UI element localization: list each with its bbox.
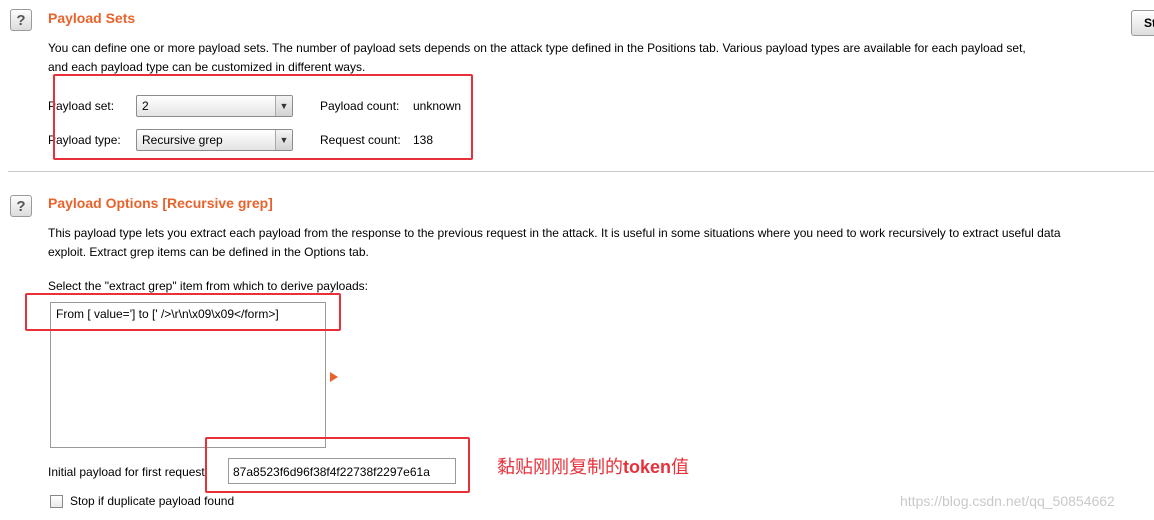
stop-duplicate-label: Stop if duplicate payload found xyxy=(70,494,235,508)
extract-grep-label: Select the "extract grep" item from whic… xyxy=(48,279,368,293)
annotation-text: 黏贴刚刚复制的token值 xyxy=(497,453,689,479)
help-icon[interactable]: ? xyxy=(10,9,32,31)
play-arrow-icon xyxy=(330,372,338,382)
description-line: exploit. Extract grep items can be defin… xyxy=(48,245,369,259)
start-attack-button[interactable]: St xyxy=(1131,10,1154,36)
annotation-cn2: 值 xyxy=(671,457,690,477)
initial-payload-label: Initial payload for first request: xyxy=(48,465,209,479)
section-divider xyxy=(8,171,1154,172)
highlight-box xyxy=(205,437,470,493)
payload-sets-description: You can define one or more payload sets.… xyxy=(48,39,1148,77)
payload-options-description: This payload type lets you extract each … xyxy=(48,224,1148,262)
annotation-token: token xyxy=(623,457,672,477)
help-icon[interactable]: ? xyxy=(10,195,32,217)
watermark: https://blog.csdn.net/qq_50854662 xyxy=(900,493,1115,509)
highlight-box xyxy=(53,74,473,160)
highlight-box xyxy=(25,293,341,331)
start-attack-label: St xyxy=(1144,16,1154,30)
stop-duplicate-checkbox[interactable] xyxy=(50,495,63,508)
description-line: This payload type lets you extract each … xyxy=(48,226,1061,240)
description-line: You can define one or more payload sets.… xyxy=(48,41,1026,55)
payload-sets-heading: Payload Sets xyxy=(48,10,136,26)
payload-options-heading: Payload Options [Recursive grep] xyxy=(48,195,273,211)
annotation-cn: 黏贴刚刚复制的 xyxy=(497,457,623,477)
